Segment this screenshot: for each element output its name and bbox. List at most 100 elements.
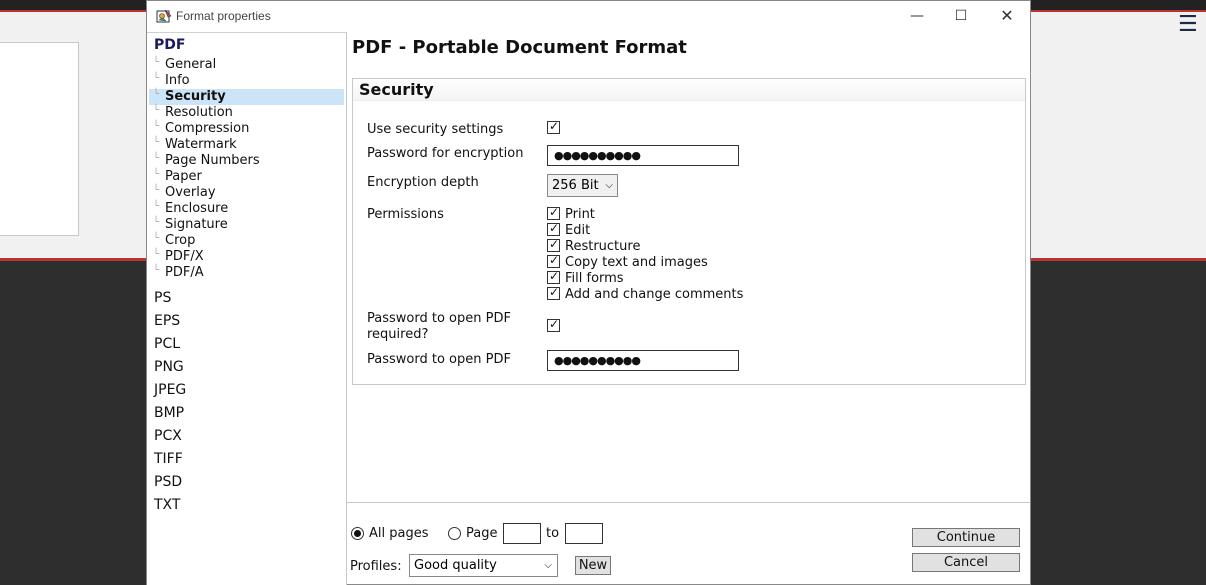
permissions-label: Permissions (367, 207, 444, 222)
nav-item-pdfa[interactable]: └ PDF/A (149, 265, 344, 281)
password-encryption-label: Password for encryption (367, 146, 524, 161)
check-icon: ✓ (549, 119, 560, 133)
check-icon: ✓ (549, 317, 560, 331)
page-from-input[interactable] (503, 523, 541, 544)
nav-item-label: General (165, 57, 217, 72)
permission-fill-forms-label: Fill forms (565, 271, 624, 286)
permission-copy-label: Copy text and images (565, 255, 708, 270)
continue-button[interactable]: Continue (912, 528, 1020, 547)
nav-item-crop[interactable]: └ Crop (149, 233, 344, 249)
all-pages-radio[interactable] (351, 527, 364, 540)
page-range-radio[interactable] (448, 527, 461, 540)
nav-item-enclosure[interactable]: └ Enclosure (149, 201, 344, 217)
check-icon: ✓ (549, 253, 560, 267)
nav-item-label: Overlay (165, 185, 216, 200)
footer-divider (347, 502, 1030, 503)
open-password-label: Password to open PDF (367, 352, 511, 367)
open-password-field[interactable]: ●●●●●●●●●● (547, 350, 739, 371)
nav-item-label: Page Numbers (165, 153, 260, 168)
permission-print-checkbox[interactable]: ✓ (547, 205, 560, 220)
nav-group-pcx[interactable]: PCX (154, 428, 182, 444)
maximize-button[interactable]: ☐ (938, 3, 984, 31)
background-document-page (0, 42, 79, 236)
permission-fill-forms-checkbox[interactable]: ✓ (547, 269, 560, 284)
close-icon: ✕ (1000, 6, 1014, 25)
nav-item-security[interactable]: └ Security (149, 89, 344, 105)
page-to-input[interactable] (565, 523, 603, 544)
minimize-button[interactable]: — (894, 3, 940, 31)
permission-comments-checkbox[interactable]: ✓ (547, 285, 560, 300)
nav-item-label: Security (165, 89, 226, 104)
nav-item-page-numbers[interactable]: └ Page Numbers (149, 153, 344, 169)
nav-item-info[interactable]: └ Info (149, 73, 344, 89)
security-section: Security Use security settings ✓ Passwor… (352, 78, 1026, 385)
to-label: to (546, 526, 560, 541)
nav-item-label: Watermark (165, 137, 237, 152)
format-nav-panel: PDF └ General └ Info └ Security └ Resolution… (147, 32, 347, 585)
nav-group-bmp[interactable]: BMP (154, 405, 184, 421)
nav-item-pdfx[interactable]: └ PDF/X (149, 249, 344, 265)
use-security-checkbox[interactable]: ✓ (547, 119, 560, 134)
open-password-required-line2: required? (367, 327, 429, 342)
check-icon: ✓ (549, 221, 560, 235)
profile-value: Good quality (414, 558, 497, 573)
profile-select[interactable]: Good quality ⌵ (409, 554, 558, 577)
radio-selected-dot (354, 530, 361, 537)
nav-item-general[interactable]: └ General (149, 57, 344, 73)
tree-branch-icon: └ (153, 185, 160, 196)
tree-branch-icon: └ (153, 57, 160, 68)
tree-branch-icon: └ (153, 169, 160, 180)
tree-branch-icon: └ (153, 153, 160, 164)
all-pages-label: All pages (369, 526, 429, 541)
nav-item-label: PDF/X (165, 249, 204, 264)
nav-group-pdf[interactable]: PDF (154, 37, 185, 53)
nav-group-png[interactable]: PNG (154, 359, 184, 375)
nav-group-eps[interactable]: EPS (154, 313, 180, 329)
permission-copy-checkbox[interactable]: ✓ (547, 253, 560, 268)
encryption-depth-value: 256 Bit (552, 178, 599, 193)
nav-item-label: Paper (165, 169, 202, 184)
cancel-button[interactable]: Cancel (912, 553, 1020, 572)
tree-branch-icon: └ (153, 249, 160, 260)
nav-group-tiff[interactable]: TIFF (154, 451, 183, 467)
check-icon: ✓ (549, 285, 560, 299)
nav-group-psd[interactable]: PSD (154, 474, 182, 490)
nav-item-resolution[interactable]: └ Resolution (149, 105, 344, 121)
permission-restructure-checkbox[interactable]: ✓ (547, 237, 560, 252)
nav-item-compression[interactable]: └ Compression (149, 121, 344, 137)
chevron-down-icon: ⌵ (605, 180, 613, 191)
nav-item-label: Resolution (165, 105, 233, 120)
nav-group-ps[interactable]: PS (154, 290, 171, 306)
nav-item-signature[interactable]: └ Signature (149, 217, 344, 233)
encryption-depth-label: Encryption depth (367, 175, 479, 190)
close-button[interactable]: ✕ (984, 3, 1030, 31)
nav-item-overlay[interactable]: └ Overlay (149, 185, 344, 201)
maximize-icon: ☐ (954, 8, 968, 24)
nav-item-paper[interactable]: └ Paper (149, 169, 344, 185)
check-icon: ✓ (549, 205, 560, 219)
section-title: Security (359, 80, 434, 99)
permission-print-label: Print (565, 207, 595, 222)
page-title: PDF - Portable Document Format (352, 37, 687, 58)
nav-group-jpeg[interactable]: JPEG (154, 382, 186, 398)
nav-item-label: Crop (165, 233, 196, 248)
open-password-required-line1: Password to open PDF (367, 311, 511, 326)
nav-item-watermark[interactable]: └ Watermark (149, 137, 344, 153)
password-encryption-field[interactable]: ●●●●●●●●●● (547, 145, 739, 166)
use-security-label: Use security settings (367, 122, 504, 137)
nav-group-pcl[interactable]: PCL (154, 336, 180, 352)
new-profile-button[interactable]: New (575, 556, 611, 575)
open-password-required-checkbox[interactable]: ✓ (547, 317, 560, 332)
nav-item-label: Info (165, 73, 190, 88)
tree-branch-icon: └ (153, 265, 160, 276)
dialog-titlebar[interactable]: Format properties — ☐ ✕ (147, 1, 1030, 32)
hamburger-menu-icon[interactable]: ☰ (1178, 14, 1198, 36)
minimize-icon: — (910, 8, 924, 24)
tree-branch-icon: └ (153, 201, 160, 212)
check-icon: ✓ (549, 269, 560, 283)
nav-item-label: PDF/A (165, 265, 204, 280)
tree-branch-icon: └ (153, 137, 160, 148)
encryption-depth-select[interactable]: 256 Bit ⌵ (547, 174, 618, 197)
nav-group-txt[interactable]: TXT (154, 497, 180, 513)
permission-edit-checkbox[interactable]: ✓ (547, 221, 560, 236)
